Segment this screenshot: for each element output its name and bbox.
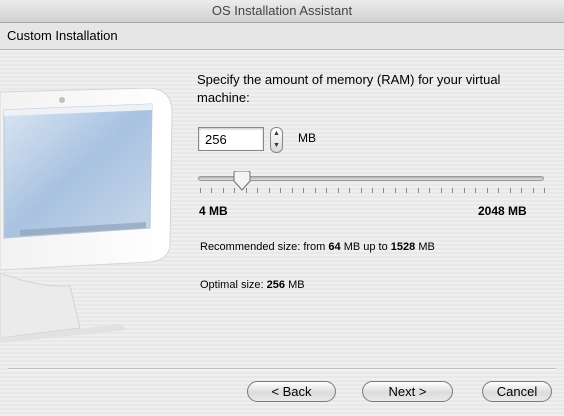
imac-illustration — [0, 88, 173, 343]
slider-tick — [234, 188, 236, 193]
slider-tick — [440, 188, 442, 193]
recommended-max-value: 1528 — [390, 241, 416, 253]
slider-tick — [475, 188, 477, 193]
slider-tick — [498, 188, 500, 193]
window-title: OS Installation Assistant — [211, 3, 353, 18]
slider-tick — [280, 188, 282, 193]
recommended-min-value: 64 — [328, 241, 341, 253]
slider-tick — [544, 188, 545, 193]
slider-tick — [463, 188, 465, 193]
slider-tick — [326, 188, 328, 193]
slider-tick — [372, 188, 373, 193]
memory-prompt: Specify the amount of memory (RAM) for y… — [197, 72, 501, 105]
slider-tick — [245, 188, 247, 193]
slider-tick — [429, 188, 431, 193]
memory-input[interactable] — [198, 127, 264, 151]
slider-tick — [532, 188, 534, 193]
next-button[interactable]: Next > — [362, 381, 453, 402]
slider-tick — [521, 188, 523, 193]
stepper-down-icon[interactable]: ▼ — [271, 140, 282, 152]
slider-tick — [452, 188, 454, 193]
slider-tick — [394, 188, 396, 193]
memory-slider[interactable] — [196, 168, 548, 196]
slider-tick — [257, 188, 259, 193]
section-header: Custom Installation — [0, 23, 564, 50]
slider-tick — [268, 188, 270, 193]
memory-unit-label: MB — [298, 131, 316, 145]
slider-tick — [383, 188, 385, 193]
memory-stepper[interactable]: ▲ ▼ — [270, 127, 283, 153]
slider-tick — [417, 188, 419, 193]
slider-max-label: 2048 MB — [478, 204, 527, 218]
slider-tick — [200, 188, 201, 193]
slider-tick — [406, 188, 408, 193]
optimal-size-text: Optimal size: 256 MB — [200, 279, 305, 291]
slider-tick — [291, 188, 293, 193]
recommended-size-text: Recommended size: from 64 MB up to 1528 … — [200, 241, 435, 253]
slider-tick — [360, 188, 362, 193]
slider-tick — [509, 188, 511, 193]
slider-tick — [314, 188, 316, 193]
slider-tick — [222, 188, 224, 193]
slider-tick — [486, 188, 488, 193]
slider-tick — [303, 188, 305, 193]
window-titlebar: OS Installation Assistant — [0, 0, 564, 23]
footer-divider — [8, 368, 556, 370]
slider-tick — [349, 188, 351, 193]
cancel-button[interactable]: Cancel — [482, 381, 552, 402]
stepper-up-icon[interactable]: ▲ — [271, 128, 282, 140]
back-button[interactable]: < Back — [247, 381, 336, 402]
optimal-value: 256 — [266, 279, 285, 291]
section-title: Custom Installation — [7, 28, 118, 43]
slider-thumb[interactable] — [232, 171, 252, 191]
slider-tick — [211, 188, 213, 193]
slider-min-label: 4 MB — [199, 204, 228, 218]
slider-tick — [337, 188, 339, 193]
